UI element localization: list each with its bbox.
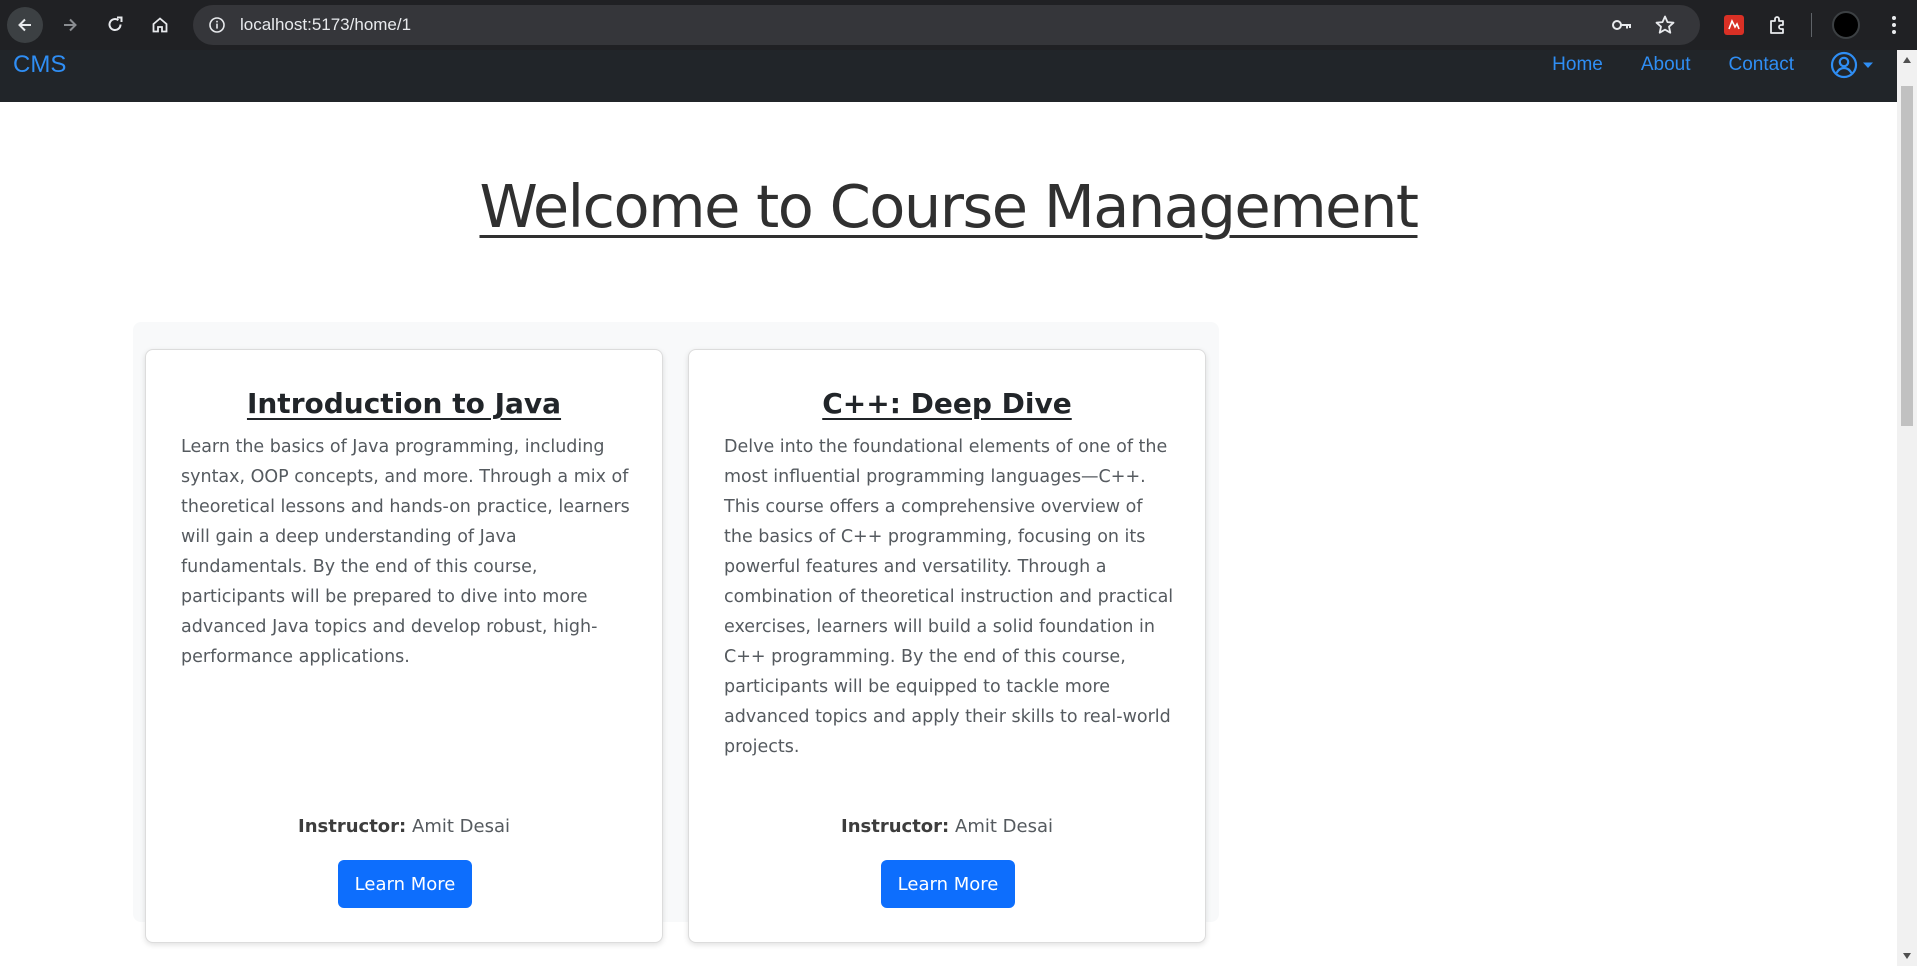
user-circle-icon — [1830, 51, 1858, 79]
nav-link-home[interactable]: Home — [1552, 50, 1603, 80]
scrollbar-thumb[interactable] — [1901, 86, 1913, 426]
instructor-label: Instructor: — [298, 816, 407, 837]
puzzle-icon — [1770, 16, 1784, 34]
instructor-label: Instructor: — [841, 816, 950, 837]
profile-avatar[interactable] — [1832, 11, 1860, 39]
arrow-right-icon — [64, 18, 77, 32]
learn-more-button[interactable]: Learn More — [338, 860, 472, 908]
page-viewport: CMS Home About Contact Welcome to Course… — [0, 50, 1897, 966]
arrow-left-icon — [18, 18, 31, 32]
vertical-scrollbar[interactable] — [1897, 50, 1917, 966]
bookmark-star-icon[interactable] — [1654, 14, 1676, 40]
site-info-icon[interactable] — [203, 11, 231, 39]
back-button[interactable] — [7, 7, 43, 43]
course-description: Learn the basics of Java programming, in… — [181, 437, 630, 667]
password-key-icon[interactable] — [1611, 15, 1633, 39]
forward-button[interactable] — [52, 7, 88, 43]
course-title: C++: Deep Dive — [822, 387, 1072, 420]
course-card: Introduction to Java Learn the basics of… — [145, 349, 663, 943]
reload-icon — [108, 16, 123, 31]
course-description: Delve into the foundational elements of … — [724, 437, 1174, 757]
browser-menu-button[interactable] — [1878, 9, 1910, 41]
brand-logo[interactable]: CMS — [13, 50, 66, 80]
more-vertical-icon — [1892, 16, 1896, 34]
course-instructor: Instructor: Amit Desai — [146, 812, 662, 842]
scroll-up-arrow-icon[interactable] — [1897, 52, 1917, 68]
app-navbar: CMS Home About Contact — [0, 50, 1897, 102]
course-instructor: Instructor: Amit Desai — [689, 812, 1205, 842]
red-extension-icon — [1724, 15, 1744, 35]
info-icon — [209, 17, 225, 33]
url-text[interactable]: localhost:5173/home/1 — [240, 5, 411, 45]
user-menu-dropdown[interactable] — [1830, 50, 1875, 80]
toolbar-divider — [1811, 13, 1812, 37]
nav-link-about[interactable]: About — [1641, 50, 1691, 80]
home-icon — [152, 17, 168, 33]
course-card: C++: Deep Dive Delve into the foundation… — [688, 349, 1206, 943]
course-title: Introduction to Java — [246, 387, 562, 420]
extension-icon[interactable] — [1718, 9, 1750, 41]
learn-more-button[interactable]: Learn More — [881, 860, 1015, 908]
reload-button[interactable] — [97, 7, 133, 43]
extensions-button[interactable] — [1762, 9, 1794, 41]
home-button[interactable] — [142, 7, 178, 43]
address-bar[interactable]: localhost:5173/home/1 — [193, 5, 1700, 45]
nav-link-contact[interactable]: Contact — [1729, 50, 1794, 80]
page-title: Welcome to Course Management — [479, 172, 1419, 241]
instructor-name: Amit Desai — [955, 816, 1053, 837]
browser-toolbar: localhost:5173/home/1 — [0, 0, 1917, 50]
instructor-name: Amit Desai — [412, 816, 510, 837]
caret-down-icon — [1863, 62, 1873, 68]
nav-links: Home About Contact — [1514, 50, 1897, 80]
scroll-down-arrow-icon[interactable] — [1897, 948, 1917, 964]
